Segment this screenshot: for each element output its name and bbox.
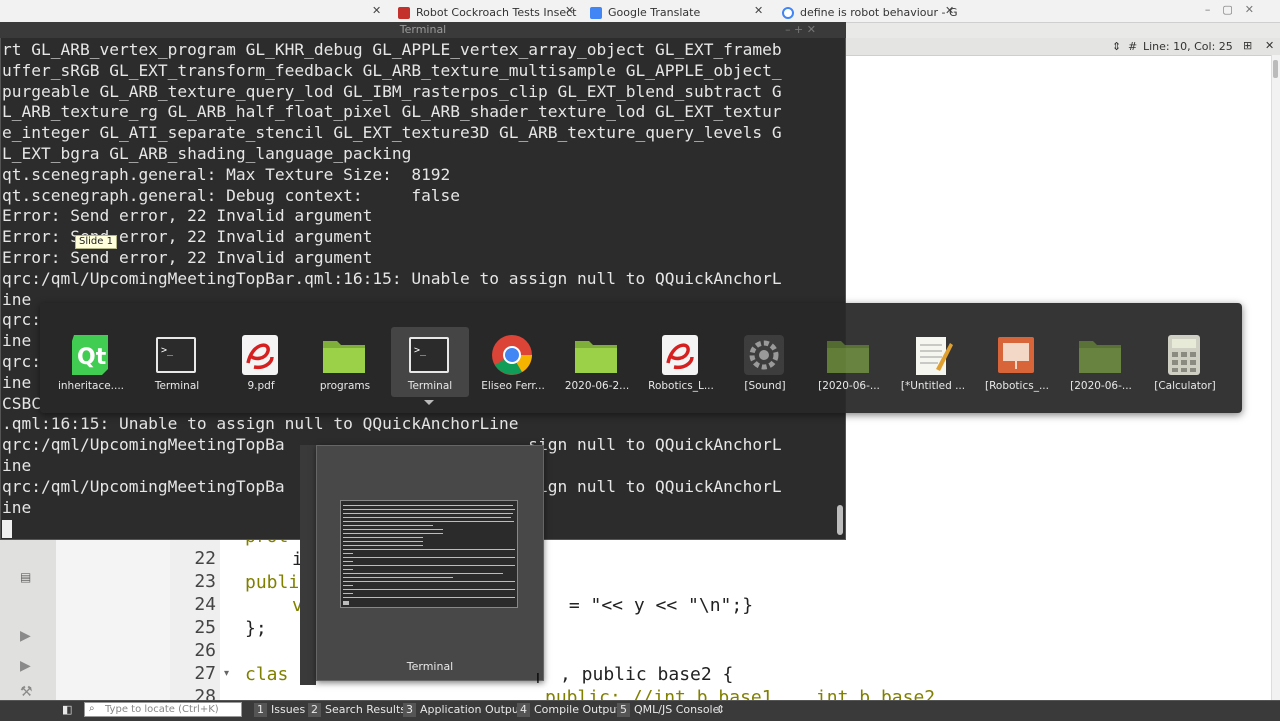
text-cursor-icon: I bbox=[536, 672, 540, 687]
browser-tab-define-robot[interactable]: define is robot behaviour - G bbox=[782, 3, 957, 22]
folder-icon bbox=[572, 331, 620, 379]
switcher-item-terminal-2[interactable]: >_ Terminal bbox=[391, 327, 469, 397]
mode-sidebar: ▤ ▶ ▶ ⚒ bbox=[0, 540, 57, 700]
chrome-icon bbox=[488, 331, 536, 379]
close-icon[interactable]: ✕ bbox=[372, 4, 381, 17]
run-icon[interactable]: ▶ bbox=[20, 628, 31, 644]
pdf-viewer-icon bbox=[236, 331, 284, 379]
svg-text:Qt: Qt bbox=[77, 345, 107, 370]
switcher-item-robotics-presentation[interactable]: [Robotics_... bbox=[978, 327, 1056, 397]
switcher-item-terminal-1[interactable]: >_ Terminal bbox=[138, 327, 216, 397]
folder-icon bbox=[824, 331, 872, 379]
editor-status-bar: ⇕ # Line: 10, Col: 25 ⊞ ✕ bbox=[845, 38, 1280, 56]
switcher-item-sound[interactable]: [Sound] bbox=[726, 327, 804, 397]
editor-gutter bbox=[56, 540, 170, 700]
switcher-item-programs[interactable]: programs bbox=[306, 327, 384, 397]
terminal-cursor bbox=[2, 520, 12, 538]
preview-shadow bbox=[300, 445, 316, 685]
split-window-icon[interactable]: ⊞ bbox=[1243, 39, 1252, 52]
code-line-24-end: = "<< y << "\n";} bbox=[558, 595, 754, 616]
google-icon bbox=[782, 6, 794, 19]
terminal-icon: >_ bbox=[152, 331, 200, 379]
pane-button-application-output[interactable]: 3 Application Output bbox=[403, 703, 523, 717]
pane-button-qml-console[interactable]: 5 QML/JS Console bbox=[617, 703, 719, 717]
more-panes-icon[interactable]: ⇕ bbox=[716, 703, 725, 717]
split-icon[interactable]: ⇕ bbox=[1112, 40, 1121, 53]
pane-button-compile-output[interactable]: 4 Compile Output bbox=[517, 703, 621, 717]
terminal-titlebar[interactable]: Terminal – + ✕ bbox=[0, 22, 846, 38]
selection-arrow-icon bbox=[424, 400, 434, 405]
close-icon[interactable]: ✕ bbox=[754, 4, 763, 17]
switcher-item-folder-2020-06-2[interactable]: 2020-06-2... bbox=[558, 327, 636, 397]
pane-button-issues[interactable]: 1 Issues bbox=[254, 703, 305, 717]
svg-text:>_: >_ bbox=[414, 345, 427, 356]
switcher-item-9pdf[interactable]: 9.pdf bbox=[222, 327, 300, 397]
switcher-item-folder-2020-06-a[interactable]: [2020-06-... bbox=[810, 327, 888, 397]
switcher-item-robotics-pdf[interactable]: Robotics_L... bbox=[642, 327, 720, 397]
close-icon[interactable]: ✕ bbox=[565, 4, 574, 17]
code-line-27-class: clas bbox=[245, 664, 289, 685]
translate-icon bbox=[590, 6, 602, 19]
debug-run-icon[interactable]: ▶ bbox=[20, 658, 31, 674]
preview-label: Terminal bbox=[406, 660, 454, 673]
qt-creator-icon: Qt bbox=[66, 331, 114, 379]
build-icon[interactable]: ⚒ bbox=[20, 684, 33, 700]
window-buttons[interactable]: – + ✕ bbox=[785, 22, 816, 38]
calculator-icon bbox=[1160, 331, 1208, 379]
hash-icon[interactable]: # bbox=[1128, 40, 1137, 53]
debug-icon[interactable]: ▤ bbox=[20, 570, 31, 584]
code-line-23: publi bbox=[245, 572, 300, 593]
editor-scrollbar[interactable] bbox=[1271, 55, 1280, 700]
toggle-sidebar-icon[interactable]: ◧ bbox=[62, 703, 72, 717]
browser-tab-strip: ✕ Robot Cockroach Tests Insect ✕ Google … bbox=[0, 0, 1280, 23]
close-icon[interactable]: ✕ bbox=[945, 4, 954, 17]
terminal-title: Terminal bbox=[399, 23, 447, 36]
terminal-scroll-thumb[interactable] bbox=[837, 505, 843, 535]
cursor-position: Line: 10, Col: 25 bbox=[1143, 40, 1233, 53]
window-controls[interactable]: –▢✕ bbox=[1205, 3, 1266, 16]
switcher-item-untitled[interactable]: [*Untitled ... bbox=[894, 327, 972, 397]
code-line-25: }; bbox=[245, 618, 267, 639]
switcher-item-qtcreator[interactable]: Qt inheritace.... bbox=[52, 327, 130, 397]
terminal-thumbnail bbox=[340, 500, 518, 608]
switcher-item-calculator[interactable]: [Calculator] bbox=[1146, 327, 1224, 397]
line-numbers: 22 23 24 25 26 27 28 bbox=[170, 540, 220, 707]
terminal-scrollbar[interactable] bbox=[836, 40, 844, 538]
pdf-viewer-icon bbox=[656, 331, 704, 379]
browser-tab-google-translate[interactable]: Google Translate bbox=[590, 3, 700, 22]
svg-text:>_: >_ bbox=[161, 345, 174, 356]
switcher-item-folder-2020-06-b[interactable]: [2020-06-... bbox=[1062, 327, 1140, 397]
locator-input[interactable]: Type to locate (Ctrl+K) bbox=[84, 702, 242, 717]
sound-settings-icon bbox=[740, 331, 788, 379]
pane-button-search-results[interactable]: 2 Search Results bbox=[308, 703, 406, 717]
terminal-icon: >_ bbox=[405, 331, 453, 379]
switcher-item-chrome[interactable]: Eliseo Ferr... bbox=[474, 327, 552, 397]
close-icon[interactable]: ✕ bbox=[1265, 39, 1274, 52]
folder-icon bbox=[1076, 331, 1124, 379]
youtube-icon bbox=[398, 6, 410, 19]
code-line-27-end: , public base2 { bbox=[560, 664, 734, 685]
slide-tooltip: Slide 1 bbox=[75, 235, 117, 249]
text-editor-icon bbox=[908, 331, 956, 379]
search-icon: ⌕ bbox=[89, 703, 95, 714]
browser-tab-robot-cockroach[interactable]: Robot Cockroach Tests Insect bbox=[398, 3, 576, 22]
presentation-icon bbox=[992, 331, 1040, 379]
editor-scroll-thumb[interactable] bbox=[1273, 60, 1278, 78]
folder-icon bbox=[320, 331, 368, 379]
fold-arrow-icon[interactable]: ▾ bbox=[224, 668, 229, 679]
